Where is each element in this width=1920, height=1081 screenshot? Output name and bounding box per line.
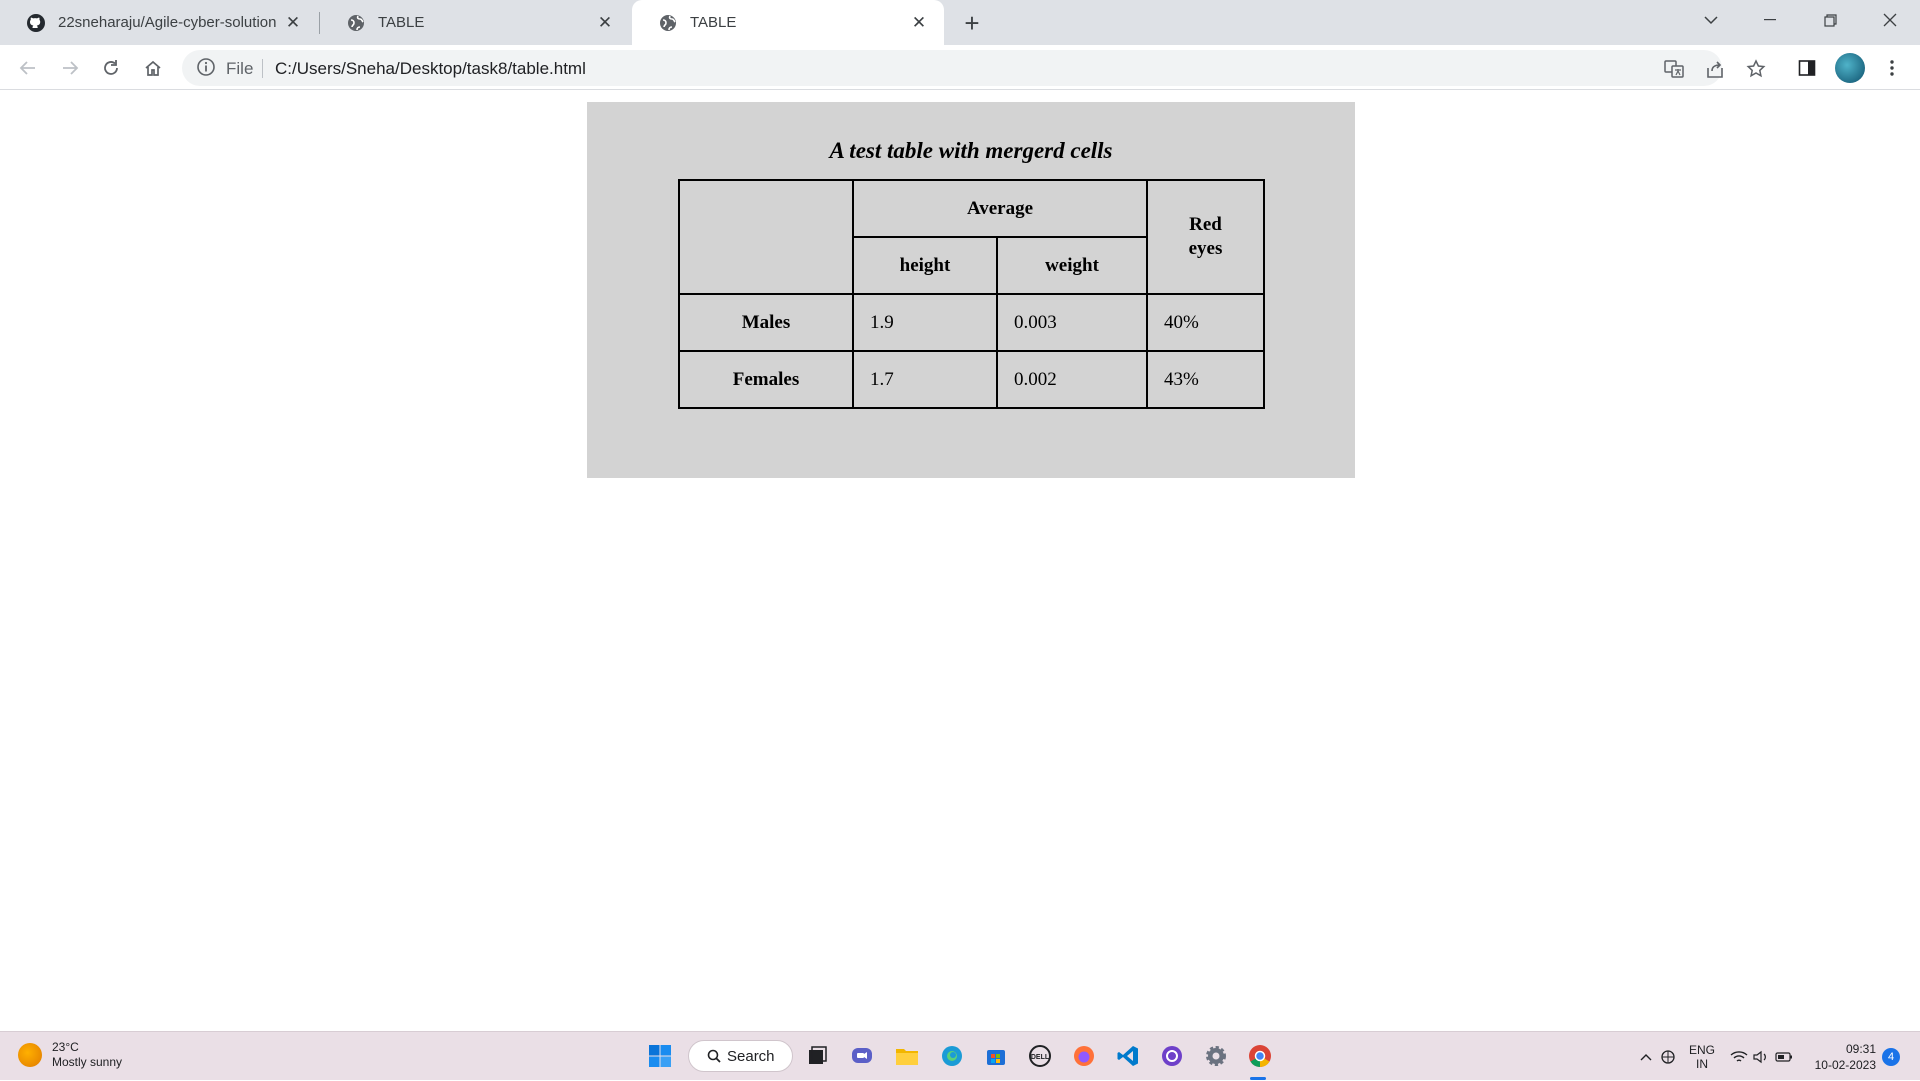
volume-icon[interactable] [1750, 1032, 1772, 1081]
translate-icon[interactable] [1662, 57, 1686, 81]
table-row: Females 1.7 0.002 43% [678, 350, 1265, 409]
table-caption: A test table with mergerd cells [829, 138, 1113, 163]
row-label: Males [678, 293, 854, 352]
store-icon[interactable] [981, 1041, 1011, 1071]
region-code: IN [1696, 1056, 1708, 1071]
clock-date: 10-02-2023 [1814, 1057, 1876, 1072]
table-panel: A test table with mergerd cells Average … [587, 102, 1355, 478]
tab-title: TABLE [690, 14, 737, 31]
average-header: Average [852, 179, 1148, 238]
github-icon [26, 13, 46, 33]
scheme-label: File [226, 59, 254, 78]
search-icon [707, 1049, 721, 1063]
vscode-icon[interactable] [1113, 1041, 1143, 1071]
home-icon[interactable] [137, 52, 169, 84]
new-tab-button[interactable]: + [958, 8, 986, 38]
battery-icon[interactable] [1772, 1032, 1796, 1081]
restore-icon[interactable] [1800, 0, 1860, 40]
red-eyes-cell: 43% [1146, 350, 1265, 409]
weather-desc: Mostly sunny [52, 1055, 123, 1069]
svg-text:DELL: DELL [1031, 1054, 1050, 1061]
file-explorer-icon[interactable] [892, 1041, 922, 1071]
weight-cell: 0.003 [996, 293, 1148, 352]
back-icon[interactable] [12, 52, 44, 84]
weight-header: weight [996, 236, 1148, 295]
tab-github[interactable]: 22sneharaju/Agile-cyber-solution ✕ [0, 0, 318, 45]
globe-icon [658, 13, 678, 33]
tab-title: TABLE [378, 14, 425, 31]
divider [262, 59, 263, 78]
github-desktop-icon[interactable] [1157, 1041, 1187, 1071]
clock[interactable]: 09:31 10-02-2023 [1806, 1032, 1876, 1081]
table-header-row: Average Red eyes [678, 179, 1265, 295]
row-label: Females [678, 350, 854, 409]
address-bar[interactable]: File C:/Users/Sneha/Desktop/task8/table.… [182, 50, 1766, 86]
sun-icon [18, 1043, 42, 1067]
menu-kebab-icon[interactable] [1876, 52, 1908, 84]
url-text[interactable]: C:/Users/Sneha/Desktop/task8/table.html [275, 59, 586, 79]
close-window-icon[interactable] [1860, 0, 1920, 40]
red-eyes-header: Red eyes [1146, 179, 1265, 295]
network-cloud-icon[interactable] [1656, 1032, 1680, 1081]
height-header: height [852, 236, 998, 295]
search-label: Search [727, 1047, 775, 1065]
reload-icon[interactable] [95, 52, 127, 84]
close-tab-icon[interactable]: ✕ [908, 12, 930, 34]
notification-badge[interactable]: 4 [1882, 1048, 1900, 1066]
close-tab-icon[interactable]: ✕ [594, 12, 616, 34]
data-table: Average Red eyes height weight Males 1.9… [678, 179, 1265, 409]
forward-icon[interactable] [54, 52, 86, 84]
settings-gear-icon[interactable] [1201, 1041, 1231, 1071]
profile-avatar[interactable] [1835, 53, 1865, 83]
language-indicator[interactable]: ENG IN [1684, 1032, 1720, 1081]
taskbar-search[interactable]: Search [688, 1040, 793, 1072]
close-tab-icon[interactable]: ✕ [282, 12, 304, 34]
table-row: Males 1.9 0.003 40% [678, 293, 1265, 352]
windows-taskbar: 23°C Mostly sunny Search DELL ENG IN 09:… [0, 1031, 1920, 1080]
page-viewport: A test table with mergerd cells Average … [0, 91, 1920, 1031]
wifi-icon[interactable] [1728, 1032, 1750, 1081]
tab-table-2-active[interactable]: TABLE ✕ [632, 0, 944, 45]
share-icon[interactable] [1703, 57, 1727, 81]
height-cell: 1.9 [852, 293, 998, 352]
dell-icon[interactable]: DELL [1025, 1041, 1055, 1071]
language-code: ENG [1688, 1042, 1715, 1057]
browser-toolbar: File C:/Users/Sneha/Desktop/task8/table.… [0, 45, 1920, 90]
edge-browser-icon[interactable] [937, 1041, 967, 1071]
firefox-icon[interactable] [1069, 1041, 1099, 1071]
tab-table-1[interactable]: TABLE ✕ [320, 0, 630, 45]
teams-chat-icon[interactable] [847, 1041, 877, 1071]
minimize-icon[interactable] [1740, 0, 1800, 40]
weather-widget[interactable]: 23°C Mostly sunny [18, 1040, 122, 1070]
red-eyes-header-text: Red eyes [1188, 214, 1223, 259]
chrome-icon[interactable] [1245, 1041, 1275, 1071]
info-icon[interactable] [196, 57, 218, 79]
weight-cell: 0.002 [996, 350, 1148, 409]
globe-icon [346, 13, 366, 33]
chevron-up-icon[interactable] [1636, 1032, 1656, 1081]
side-panel-icon[interactable] [1791, 52, 1823, 84]
red-eyes-cell: 40% [1146, 293, 1265, 352]
bookmark-star-icon[interactable] [1744, 57, 1768, 81]
windows-start-icon[interactable] [645, 1041, 675, 1071]
task-view-icon[interactable] [802, 1041, 832, 1071]
tab-strip: 22sneharaju/Agile-cyber-solution ✕ TABLE… [0, 0, 1920, 45]
clock-time: 09:31 [1845, 1041, 1876, 1056]
tab-title: 22sneharaju/Agile-cyber-solution [58, 14, 277, 31]
weather-temp: 23°C [52, 1040, 79, 1054]
tab-search-icon[interactable] [1681, 0, 1741, 40]
empty-corner-cell [678, 179, 854, 295]
height-cell: 1.7 [852, 350, 998, 409]
